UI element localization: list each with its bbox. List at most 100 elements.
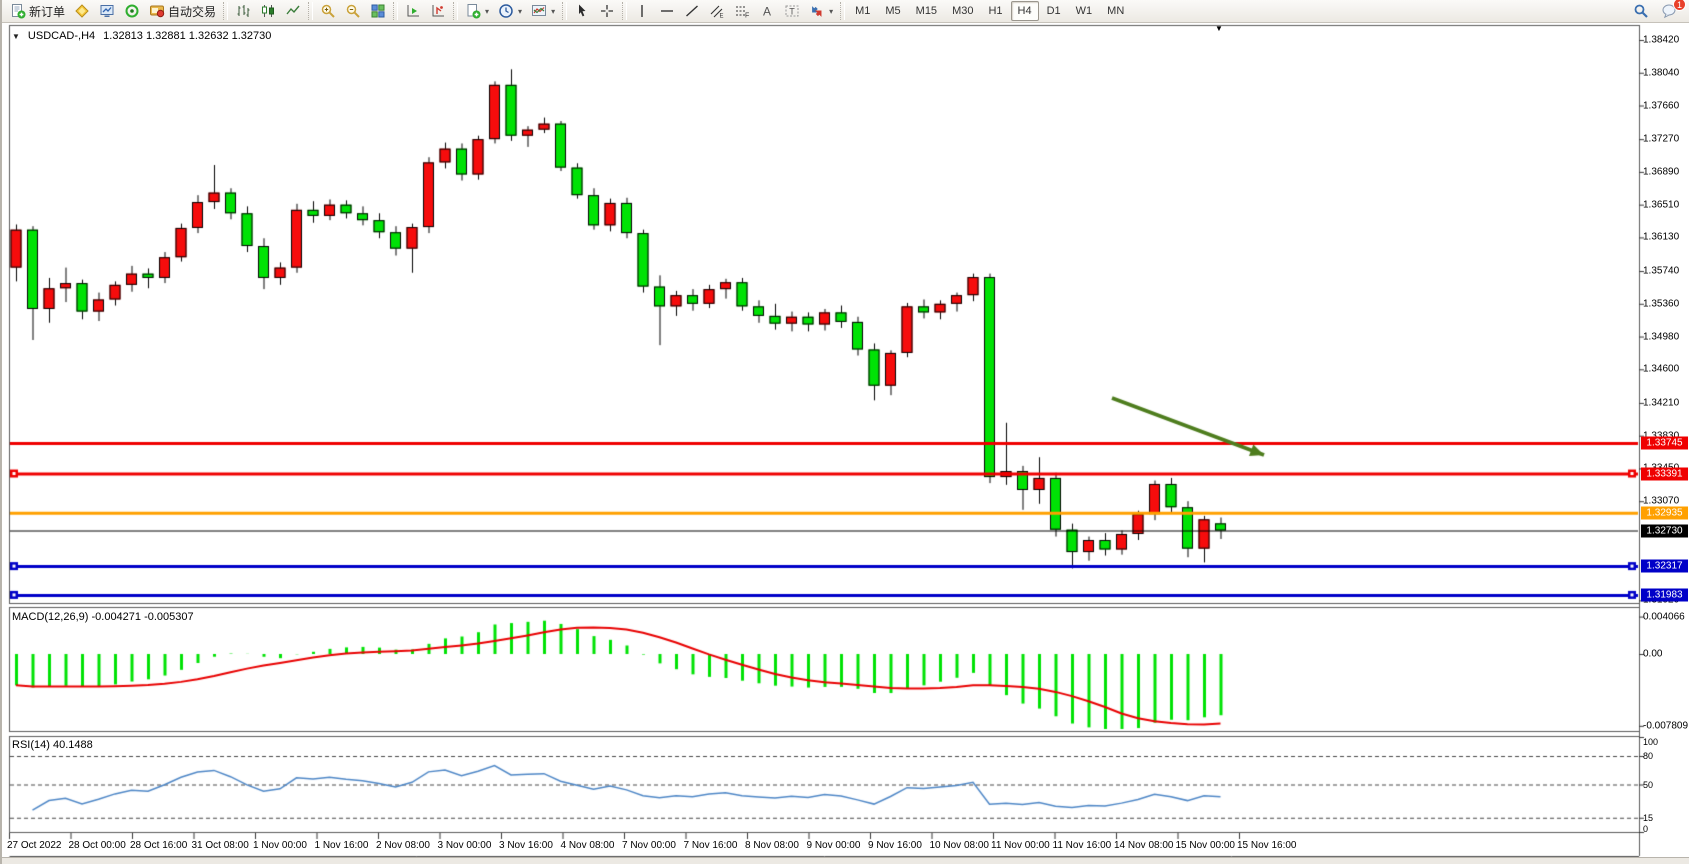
svg-text:E: E bbox=[720, 14, 724, 20]
resistance-line-lower-badge: 1.33391 bbox=[1641, 467, 1688, 480]
channel-button[interactable]: E bbox=[705, 1, 729, 21]
search-button[interactable] bbox=[1629, 1, 1653, 21]
text-label-button[interactable]: T bbox=[780, 1, 804, 21]
rsi-axis-tick: 100 bbox=[1643, 737, 1658, 747]
autotrading-button-label: 自动交易 bbox=[168, 3, 216, 20]
zoom-out-icon bbox=[345, 3, 361, 19]
price-axis-tick: 1.35740 bbox=[1643, 266, 1679, 277]
price-axis-tick: 1.38420 bbox=[1643, 35, 1679, 46]
chart-title: ▼ USDCAD-,H4 1.32813 1.32881 1.32632 1.3… bbox=[12, 30, 271, 42]
zoom-in-icon bbox=[320, 3, 336, 19]
chart-shift-marker-icon: ▼ bbox=[1215, 24, 1223, 33]
crosshair-button[interactable] bbox=[595, 1, 619, 21]
support-line-upper-badge: 1.32317 bbox=[1641, 560, 1688, 573]
text-a-icon: A bbox=[759, 3, 775, 19]
tile-windows-button[interactable] bbox=[366, 1, 390, 21]
tiles-icon bbox=[370, 3, 386, 19]
chart-play-green-icon bbox=[405, 3, 421, 19]
price-axis-tick: 1.33070 bbox=[1643, 496, 1679, 507]
time-axis-label: 7 Nov 00:00 bbox=[622, 840, 676, 851]
candlestick-chart-button[interactable] bbox=[256, 1, 280, 21]
chart-area: ▼ USDCAD-,H4 1.32813 1.32881 1.32632 1.3… bbox=[2, 23, 1689, 857]
toolbar-separator bbox=[393, 2, 398, 20]
signal-icon bbox=[124, 3, 140, 19]
zoom-out-button[interactable] bbox=[341, 1, 365, 21]
timeframe-h1-button[interactable]: H1 bbox=[981, 1, 1009, 21]
cursor-button[interactable] bbox=[570, 1, 594, 21]
chevron-down-icon: ▾ bbox=[485, 7, 489, 16]
window-bottom-border bbox=[2, 857, 1689, 864]
auto-scroll-button[interactable] bbox=[401, 1, 425, 21]
time-axis-label: 11 Nov 16:00 bbox=[1053, 840, 1112, 851]
time-axis-label: 27 Oct 2022 bbox=[7, 840, 61, 851]
notifications-button[interactable]: 1 bbox=[1657, 1, 1681, 21]
timeframe-h4-button[interactable]: H4 bbox=[1011, 1, 1039, 21]
time-axis-label: 11 Nov 00:00 bbox=[991, 840, 1050, 851]
toolbar-separator bbox=[223, 2, 228, 20]
chart-window-button[interactable] bbox=[95, 1, 119, 21]
autotrading-button[interactable]: 自动交易 bbox=[145, 1, 220, 21]
timeframe-m30-button[interactable]: M30 bbox=[945, 1, 980, 21]
new-order-icon bbox=[10, 3, 26, 19]
autotrading-icon bbox=[149, 3, 165, 19]
vertical-line-button[interactable] bbox=[630, 1, 654, 21]
horizontal-line-button[interactable] bbox=[655, 1, 679, 21]
line-chart-button[interactable] bbox=[281, 1, 305, 21]
time-axis-label: 4 Nov 08:00 bbox=[561, 840, 615, 851]
arrows-button[interactable]: ▾ bbox=[805, 1, 837, 21]
period-button[interactable]: ▾ bbox=[494, 1, 526, 21]
price-axis-tick: 1.36890 bbox=[1643, 166, 1679, 177]
svg-text:T: T bbox=[789, 7, 795, 17]
chart-title-collapse-icon[interactable]: ▼ bbox=[12, 32, 20, 41]
trendline-icon bbox=[684, 3, 700, 19]
current-price-line-badge: 1.32730 bbox=[1641, 524, 1688, 537]
price-axis-tick: 1.36130 bbox=[1643, 232, 1679, 243]
chart-shift-button[interactable] bbox=[426, 1, 450, 21]
chart-canvas[interactable] bbox=[2, 23, 1689, 857]
fibonacci-button[interactable]: F bbox=[730, 1, 754, 21]
svg-text:A: A bbox=[763, 5, 771, 19]
new-chart-button[interactable]: ▾ bbox=[461, 1, 493, 21]
fibo-icon: F bbox=[734, 3, 750, 19]
price-axis-tick: 1.34210 bbox=[1643, 397, 1679, 408]
signals-button[interactable] bbox=[120, 1, 144, 21]
rsi-axis-tick: 15 bbox=[1643, 813, 1653, 823]
search-icon bbox=[1633, 3, 1649, 19]
time-axis-label: 9 Nov 16:00 bbox=[868, 840, 922, 851]
text-button[interactable]: A bbox=[755, 1, 779, 21]
cursor-icon bbox=[574, 3, 590, 19]
chart-window-icon bbox=[99, 3, 115, 19]
timeframe-m5-button[interactable]: M5 bbox=[878, 1, 907, 21]
timeframe-w1-button[interactable]: W1 bbox=[1069, 1, 1100, 21]
macd-axis-tick: -0.007809 bbox=[1643, 720, 1688, 731]
mt4-window: 新订单 自动交易 ▾ ▾ ▾ E FA T ▾ M1M5M15M30H1H4D1W1MN 1 ▼ U… bbox=[0, 0, 1689, 864]
candles-icon bbox=[260, 3, 276, 19]
time-axis-label: 10 Nov 08:00 bbox=[930, 840, 990, 851]
time-axis-label: 31 Oct 08:00 bbox=[192, 840, 249, 851]
chevron-down-icon: ▾ bbox=[551, 7, 555, 16]
trendline-button[interactable] bbox=[680, 1, 704, 21]
templates-button[interactable]: ▾ bbox=[527, 1, 559, 21]
toolbar-separator bbox=[622, 2, 627, 20]
bars-icon bbox=[235, 3, 251, 19]
time-axis-label: 9 Nov 00:00 bbox=[807, 840, 861, 851]
notification-badge: 1 bbox=[1673, 0, 1686, 11]
timeframe-d1-button[interactable]: D1 bbox=[1040, 1, 1068, 21]
time-axis-label: 7 Nov 16:00 bbox=[684, 840, 738, 851]
chart-preview-icon bbox=[531, 3, 547, 19]
hline-icon bbox=[659, 3, 675, 19]
new-order-button[interactable]: 新订单 bbox=[6, 1, 69, 21]
support-line-lower-badge: 1.31983 bbox=[1641, 588, 1688, 601]
bar-chart-button[interactable] bbox=[231, 1, 255, 21]
timeframe-m1-button[interactable]: M1 bbox=[848, 1, 877, 21]
macd-axis-tick: 0.00 bbox=[1643, 649, 1662, 660]
timeframe-mn-button[interactable]: MN bbox=[1100, 1, 1131, 21]
toolbar-separator bbox=[840, 2, 845, 20]
price-axis-tick: 1.38040 bbox=[1643, 67, 1679, 78]
zoom-in-button[interactable] bbox=[316, 1, 340, 21]
timeframe-m15-button[interactable]: M15 bbox=[909, 1, 944, 21]
new-order-button-label: 新订单 bbox=[29, 3, 65, 20]
time-axis-label: 15 Nov 00:00 bbox=[1176, 840, 1236, 851]
market-watch-button[interactable] bbox=[70, 1, 94, 21]
price-axis-tick: 1.34600 bbox=[1643, 364, 1679, 375]
